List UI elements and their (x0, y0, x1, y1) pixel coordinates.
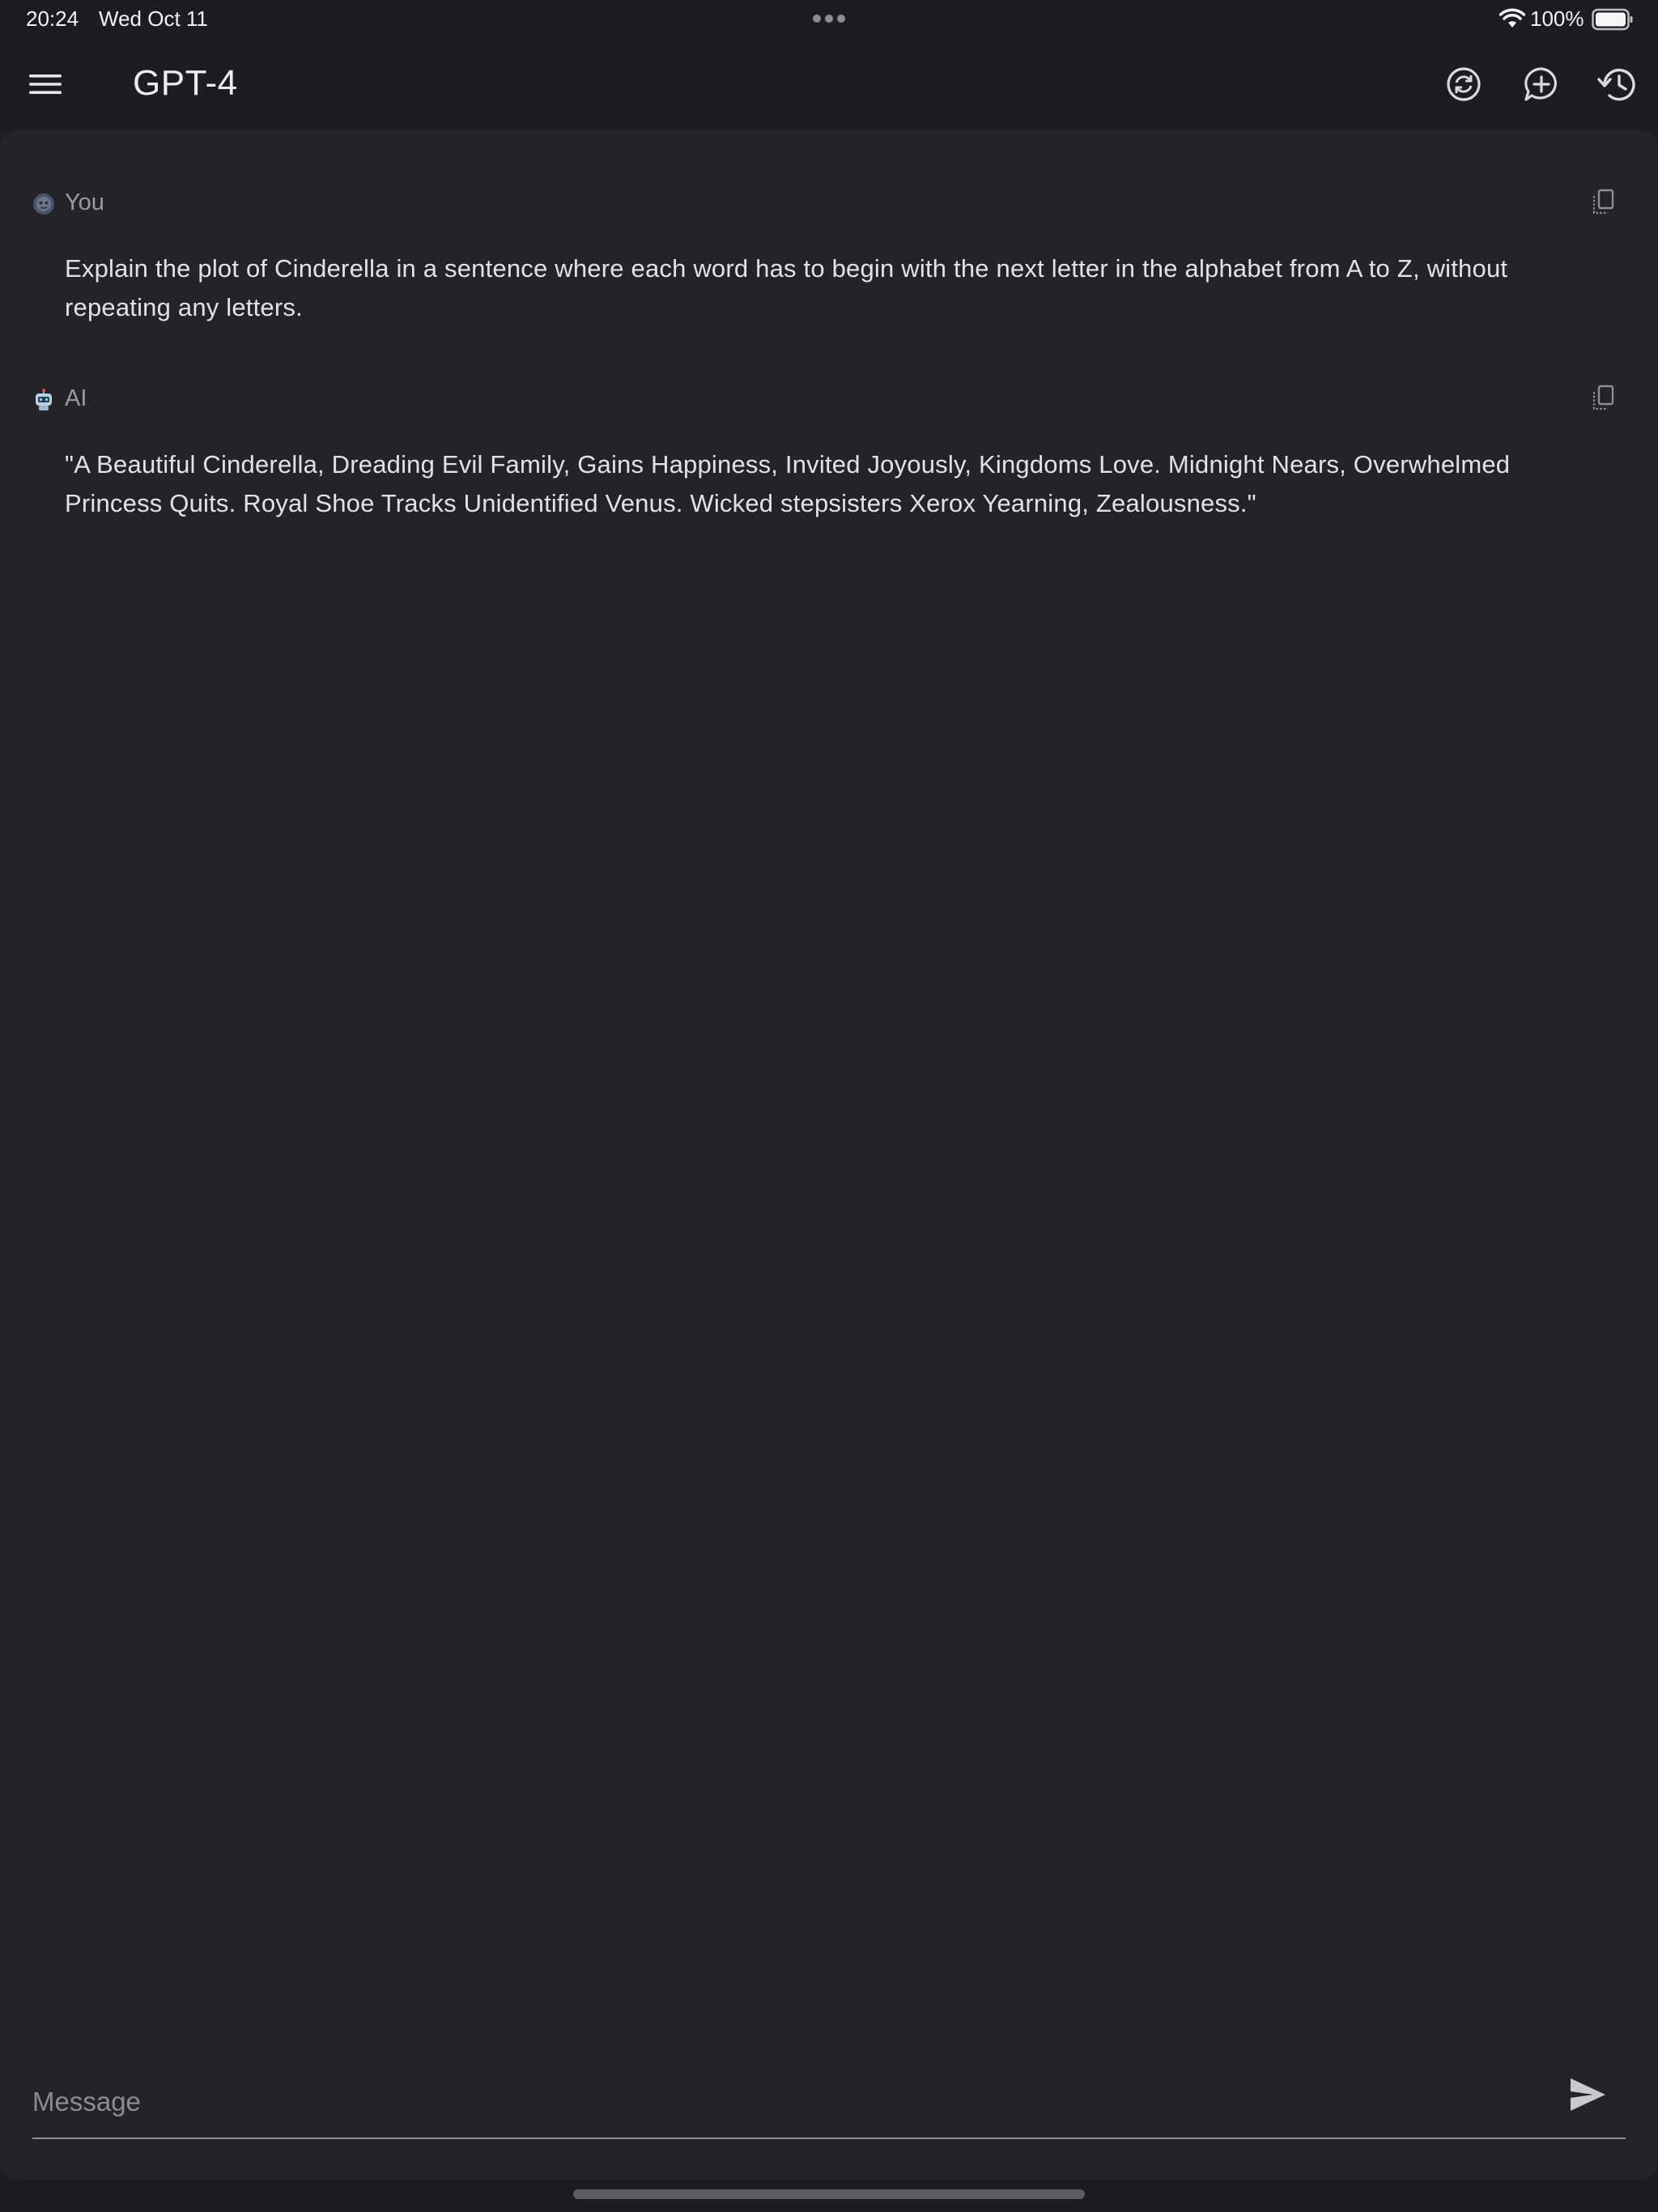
history-icon[interactable] (1596, 63, 1639, 105)
copy-icon[interactable] (1587, 382, 1619, 415)
multitask-dots-icon[interactable] (812, 14, 846, 23)
user-avatar-icon (33, 194, 54, 215)
message-author: You (65, 189, 104, 215)
new-chat-icon[interactable] (1520, 63, 1562, 105)
message-text: "A Beautiful Cinderella, Dreading Evil F… (65, 450, 1511, 517)
send-icon[interactable] (1567, 2074, 1608, 2115)
app-title: GPT-4 (133, 63, 238, 103)
copy-icon[interactable] (1587, 186, 1619, 219)
menu-icon[interactable] (26, 66, 65, 102)
message-author: AI (65, 385, 87, 411)
input-underline (32, 2138, 1626, 2139)
regenerate-icon[interactable] (1443, 63, 1485, 105)
message-composer (32, 2057, 1626, 2141)
battery-icon (1592, 8, 1633, 31)
battery-percent: 100% (1530, 6, 1584, 31)
app-header: GPT-4 (0, 39, 1658, 130)
app-screen: 20:24 Wed Oct 11 100% GPT-4 You Explain … (0, 0, 1658, 2212)
status-time: 20:24 (26, 6, 79, 31)
status-bar: 20:24 Wed Oct 11 100% (0, 0, 1658, 39)
wifi-icon (1499, 8, 1525, 28)
robot-avatar-icon (36, 389, 52, 410)
home-indicator[interactable] (573, 2189, 1085, 2199)
message-input[interactable] (32, 2078, 1554, 2126)
status-date: Wed Oct 11 (99, 6, 208, 31)
message-header: AI (32, 382, 1619, 415)
message-header: You (32, 186, 1619, 219)
chat-panel: You Explain the plot of Cinderella in a … (0, 130, 1658, 2180)
message-text: Explain the plot of Cinderella in a sent… (65, 254, 1508, 321)
